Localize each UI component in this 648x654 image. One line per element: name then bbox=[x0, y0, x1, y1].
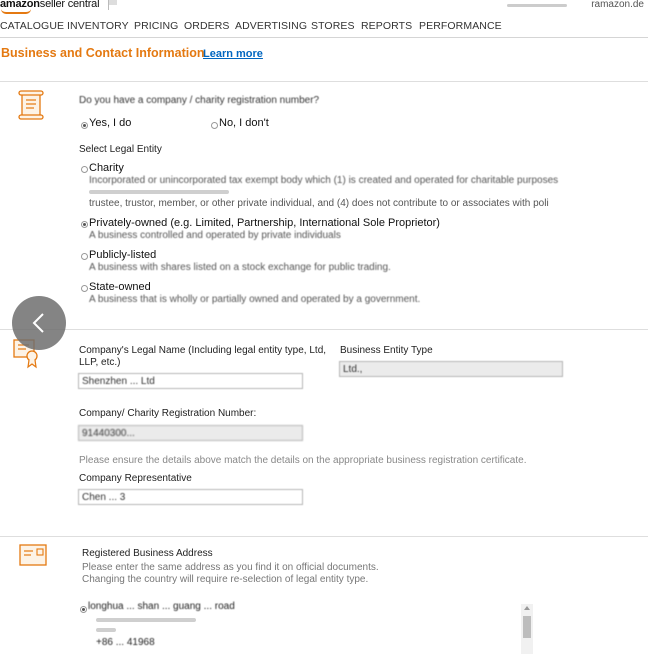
radio-yes-label[interactable]: Yes, I do bbox=[89, 117, 131, 129]
radio-address[interactable] bbox=[80, 606, 87, 613]
rep-label: Company Representative bbox=[79, 473, 192, 484]
logo-product: seller central bbox=[39, 0, 100, 10]
address-line[interactable]: longhua ... shan ... guang ... road bbox=[88, 601, 235, 612]
radio-privately-owned[interactable] bbox=[81, 221, 88, 228]
address-card-icon bbox=[19, 544, 47, 571]
rep-input[interactable]: Chen ... 3 bbox=[78, 489, 303, 505]
charity-label[interactable]: Charity bbox=[89, 162, 124, 174]
state-owned-desc: A business that is wholly or partially o… bbox=[89, 294, 421, 305]
redacted-text bbox=[96, 618, 196, 622]
address-hint-1: Please enter the same address as you fin… bbox=[82, 562, 379, 573]
reg-number-label: Company/ Charity Registration Number: bbox=[79, 408, 257, 419]
nav-performance[interactable]: PERFORMANCE bbox=[419, 20, 502, 32]
charity-desc-2: trustee, trustor, member, or other priva… bbox=[89, 198, 549, 209]
divider bbox=[0, 536, 648, 537]
scroll-thumb[interactable] bbox=[523, 616, 531, 638]
learn-more-link[interactable]: Learn more bbox=[203, 48, 263, 60]
radio-state-owned[interactable] bbox=[81, 285, 88, 292]
redacted-text bbox=[507, 4, 567, 7]
redacted-text bbox=[89, 190, 229, 194]
radio-charity[interactable] bbox=[81, 166, 88, 173]
top-bar: amazonseller central ramazon.de bbox=[0, 0, 648, 14]
publicly-listed-desc: A business with shares listed on a stock… bbox=[89, 262, 391, 273]
radio-publicly-listed[interactable] bbox=[81, 253, 88, 260]
chevron-left-icon bbox=[32, 313, 44, 333]
nav-advertising[interactable]: ADVERTISING bbox=[235, 20, 307, 32]
radio-no[interactable] bbox=[211, 122, 218, 129]
address-phone: +86 ... 41968 bbox=[96, 637, 155, 648]
document-icon bbox=[18, 90, 44, 125]
redacted-text bbox=[96, 628, 116, 632]
address-hint-2: Changing the country will require re-sel… bbox=[82, 574, 369, 585]
nav-orders[interactable]: ORDERS bbox=[184, 20, 230, 32]
legal-entity-label: Select Legal Entity bbox=[79, 144, 162, 155]
ensure-hint: Please ensure the details above match th… bbox=[79, 455, 527, 466]
nav-catalogue[interactable]: CATALOGUE bbox=[0, 20, 64, 32]
smile-icon bbox=[1, 9, 31, 14]
address-title: Registered Business Address bbox=[82, 548, 213, 559]
entity-type-label: Business Entity Type bbox=[340, 345, 433, 356]
amazon-seller-central-logo[interactable]: amazonseller central bbox=[0, 0, 100, 14]
state-owned-label[interactable]: State-owned bbox=[89, 281, 151, 293]
entity-type-field: Ltd., bbox=[339, 361, 563, 377]
radio-no-label[interactable]: No, I don't bbox=[219, 117, 269, 129]
flag-icon[interactable] bbox=[108, 0, 118, 10]
legal-name-label: Company's Legal Name (Including legal en… bbox=[79, 345, 327, 368]
legal-name-input[interactable]: Shenzhen ... Ltd bbox=[78, 373, 303, 389]
nav-reports[interactable]: REPORTS bbox=[361, 20, 412, 32]
radio-yes[interactable] bbox=[81, 122, 88, 129]
publicly-listed-label[interactable]: Publicly-listed bbox=[89, 249, 156, 261]
privately-owned-label[interactable]: Privately-owned (e.g. Limited, Partnersh… bbox=[89, 217, 440, 229]
divider bbox=[0, 329, 648, 330]
divider bbox=[0, 81, 648, 82]
marketplace-link[interactable]: ramazon.de bbox=[591, 0, 644, 10]
main-nav: CATALOGUE INVENTORY PRICING ORDERS ADVER… bbox=[0, 17, 648, 38]
nav-pricing[interactable]: PRICING bbox=[134, 20, 178, 32]
scroll-up-icon[interactable] bbox=[524, 606, 530, 610]
charity-desc: Incorporated or unincorporated tax exemp… bbox=[89, 175, 559, 186]
nav-inventory[interactable]: INVENTORY bbox=[67, 20, 129, 32]
reg-number-field: 91440300... bbox=[78, 425, 303, 441]
back-button[interactable] bbox=[12, 296, 66, 350]
nav-stores[interactable]: STORES bbox=[311, 20, 355, 32]
address-scrollbar[interactable] bbox=[521, 604, 533, 654]
page-title: Business and Contact Information bbox=[1, 46, 205, 60]
privately-owned-desc: A business controlled and operated by pr… bbox=[89, 230, 341, 241]
registration-question: Do you have a company / charity registra… bbox=[79, 95, 320, 106]
